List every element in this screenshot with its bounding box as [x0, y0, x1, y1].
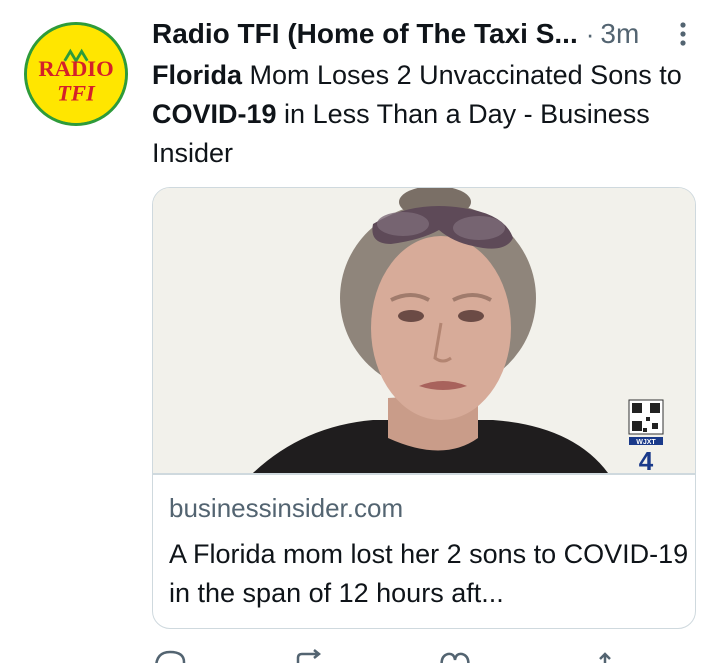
card-image[interactable]: WJXT 4 [153, 188, 695, 473]
tweet-bold-covid[interactable]: COVID-19 [152, 99, 277, 129]
separator: · [585, 18, 595, 49]
avatar[interactable]: RADIO TFI [24, 22, 128, 126]
tweet-header: Radio TFI (Home of The Taxi S... · 3m [152, 14, 700, 54]
tweet-text: Florida Mom Loses 2 Unvaccinated Sons to… [152, 56, 708, 173]
logo-top-text: RADIO [38, 56, 113, 81]
action-bar [152, 648, 700, 663]
channel-number: 4 [639, 446, 654, 473]
reply-icon[interactable] [152, 648, 186, 663]
card-divider [153, 473, 695, 475]
timestamp[interactable]: 3m [600, 18, 639, 50]
card-title[interactable]: A Florida mom lost her 2 sons to COVID-1… [169, 535, 689, 613]
retweet-icon[interactable] [294, 648, 328, 663]
link-card[interactable]: WJXT 4 businessinsider.com A Florida mom… [152, 187, 696, 629]
more-icon[interactable] [678, 20, 688, 48]
logo-bottom-text: TFI [57, 80, 96, 105]
radio-tfi-logo: RADIO TFI [27, 25, 125, 123]
like-icon[interactable] [438, 648, 472, 663]
tweet-text-part1: Mom Loses 2 Unvaccinated Sons to [242, 60, 682, 90]
channel-badge-text: WJXT [636, 439, 656, 446]
tweet-bold-florida[interactable]: Florida [152, 60, 242, 90]
card-domain[interactable]: businessinsider.com [169, 493, 403, 524]
share-icon[interactable] [588, 648, 622, 663]
author-name[interactable]: Radio TFI (Home of The Taxi S... [152, 18, 578, 50]
